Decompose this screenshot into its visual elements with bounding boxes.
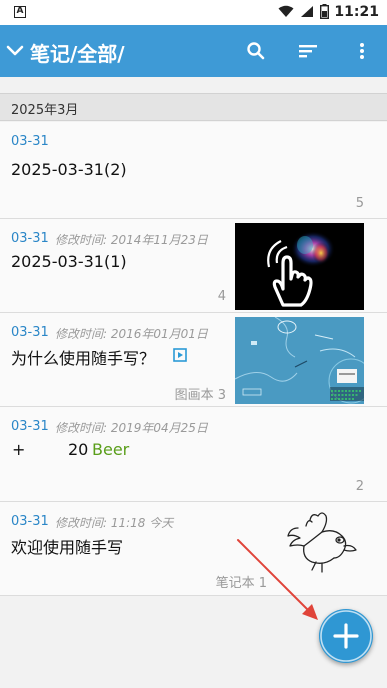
- note-title: 为什么使用随手写？: [11, 349, 156, 368]
- signal-icon: [301, 6, 313, 17]
- note-card[interactable]: 03-31 修改时间: 2019年04月25日 + 20 Beer 2: [0, 407, 387, 502]
- note-title: 2025-03-31(1): [11, 252, 127, 271]
- map-sketch-image: [235, 317, 364, 404]
- battery-icon: [320, 4, 329, 19]
- note-date: 03-31: [11, 231, 49, 246]
- note-modified: 修改时间: 2014年11月23日: [55, 233, 208, 247]
- note-card[interactable]: 03-31 修改时间: 2016年01月01日 为什么使用随手写？ 图画本 3: [0, 313, 387, 407]
- note-count: 5: [355, 196, 364, 211]
- month-label: 2025年3月: [11, 103, 79, 118]
- note-count: 图画本 3: [174, 388, 226, 403]
- note-title-word: Beer: [92, 440, 130, 459]
- note-count: 2: [355, 479, 364, 494]
- note-date: 03-31: [11, 514, 49, 529]
- wifi-icon: [278, 5, 294, 17]
- chevron-down-icon[interactable]: [4, 40, 26, 62]
- note-card[interactable]: 03-31 修改时间: 11:18 今天 欢迎使用随手写 笔记本 1: [0, 502, 387, 596]
- note-modified: 修改时间: 2016年01月01日: [55, 327, 208, 341]
- note-date: 03-31: [11, 419, 49, 434]
- note-thumbnail: [235, 223, 364, 310]
- sort-icon[interactable]: [296, 39, 320, 63]
- app-bar: 笔记/全部/: [0, 25, 387, 77]
- note-title: 2025-03-31(2): [11, 160, 127, 179]
- play-icon[interactable]: [173, 348, 187, 362]
- note-title: 欢迎使用随手写: [11, 538, 124, 557]
- note-card[interactable]: 03-31 2025-03-31(2) 5: [0, 122, 387, 219]
- note-card[interactable]: 03-31 修改时间: 2014年11月23日 2025-03-31(1) 4: [0, 219, 387, 313]
- glow-hand-image: [267, 231, 335, 307]
- add-icon: [320, 610, 372, 662]
- note-modified: 修改时间: 11:18 今天: [55, 516, 174, 530]
- clock: 11:21: [334, 4, 379, 20]
- month-header: 2025年3月: [0, 93, 387, 121]
- notification-a-icon: A: [14, 6, 26, 18]
- add-note-button[interactable]: [319, 609, 373, 663]
- note-title-number: 20: [68, 440, 89, 459]
- note-date: 03-31: [11, 325, 49, 340]
- note-modified: 修改时间: 2019年04月25日: [55, 421, 208, 435]
- note-list: 2025年3月 03-31 2025-03-31(2) 5 03-31 修改时间…: [0, 77, 387, 688]
- search-icon[interactable]: [244, 39, 268, 63]
- note-title-prefix: +: [12, 440, 26, 459]
- arrow-annotation: [237, 539, 318, 620]
- note-thumbnail: [235, 317, 364, 404]
- more-vert-icon[interactable]: [350, 39, 374, 63]
- page-title[interactable]: 笔记/全部/: [30, 38, 125, 67]
- note-count: 4: [217, 289, 226, 304]
- status-bar: A 11:21: [0, 0, 387, 25]
- status-icons: [278, 4, 329, 19]
- note-date: 03-31: [11, 134, 49, 149]
